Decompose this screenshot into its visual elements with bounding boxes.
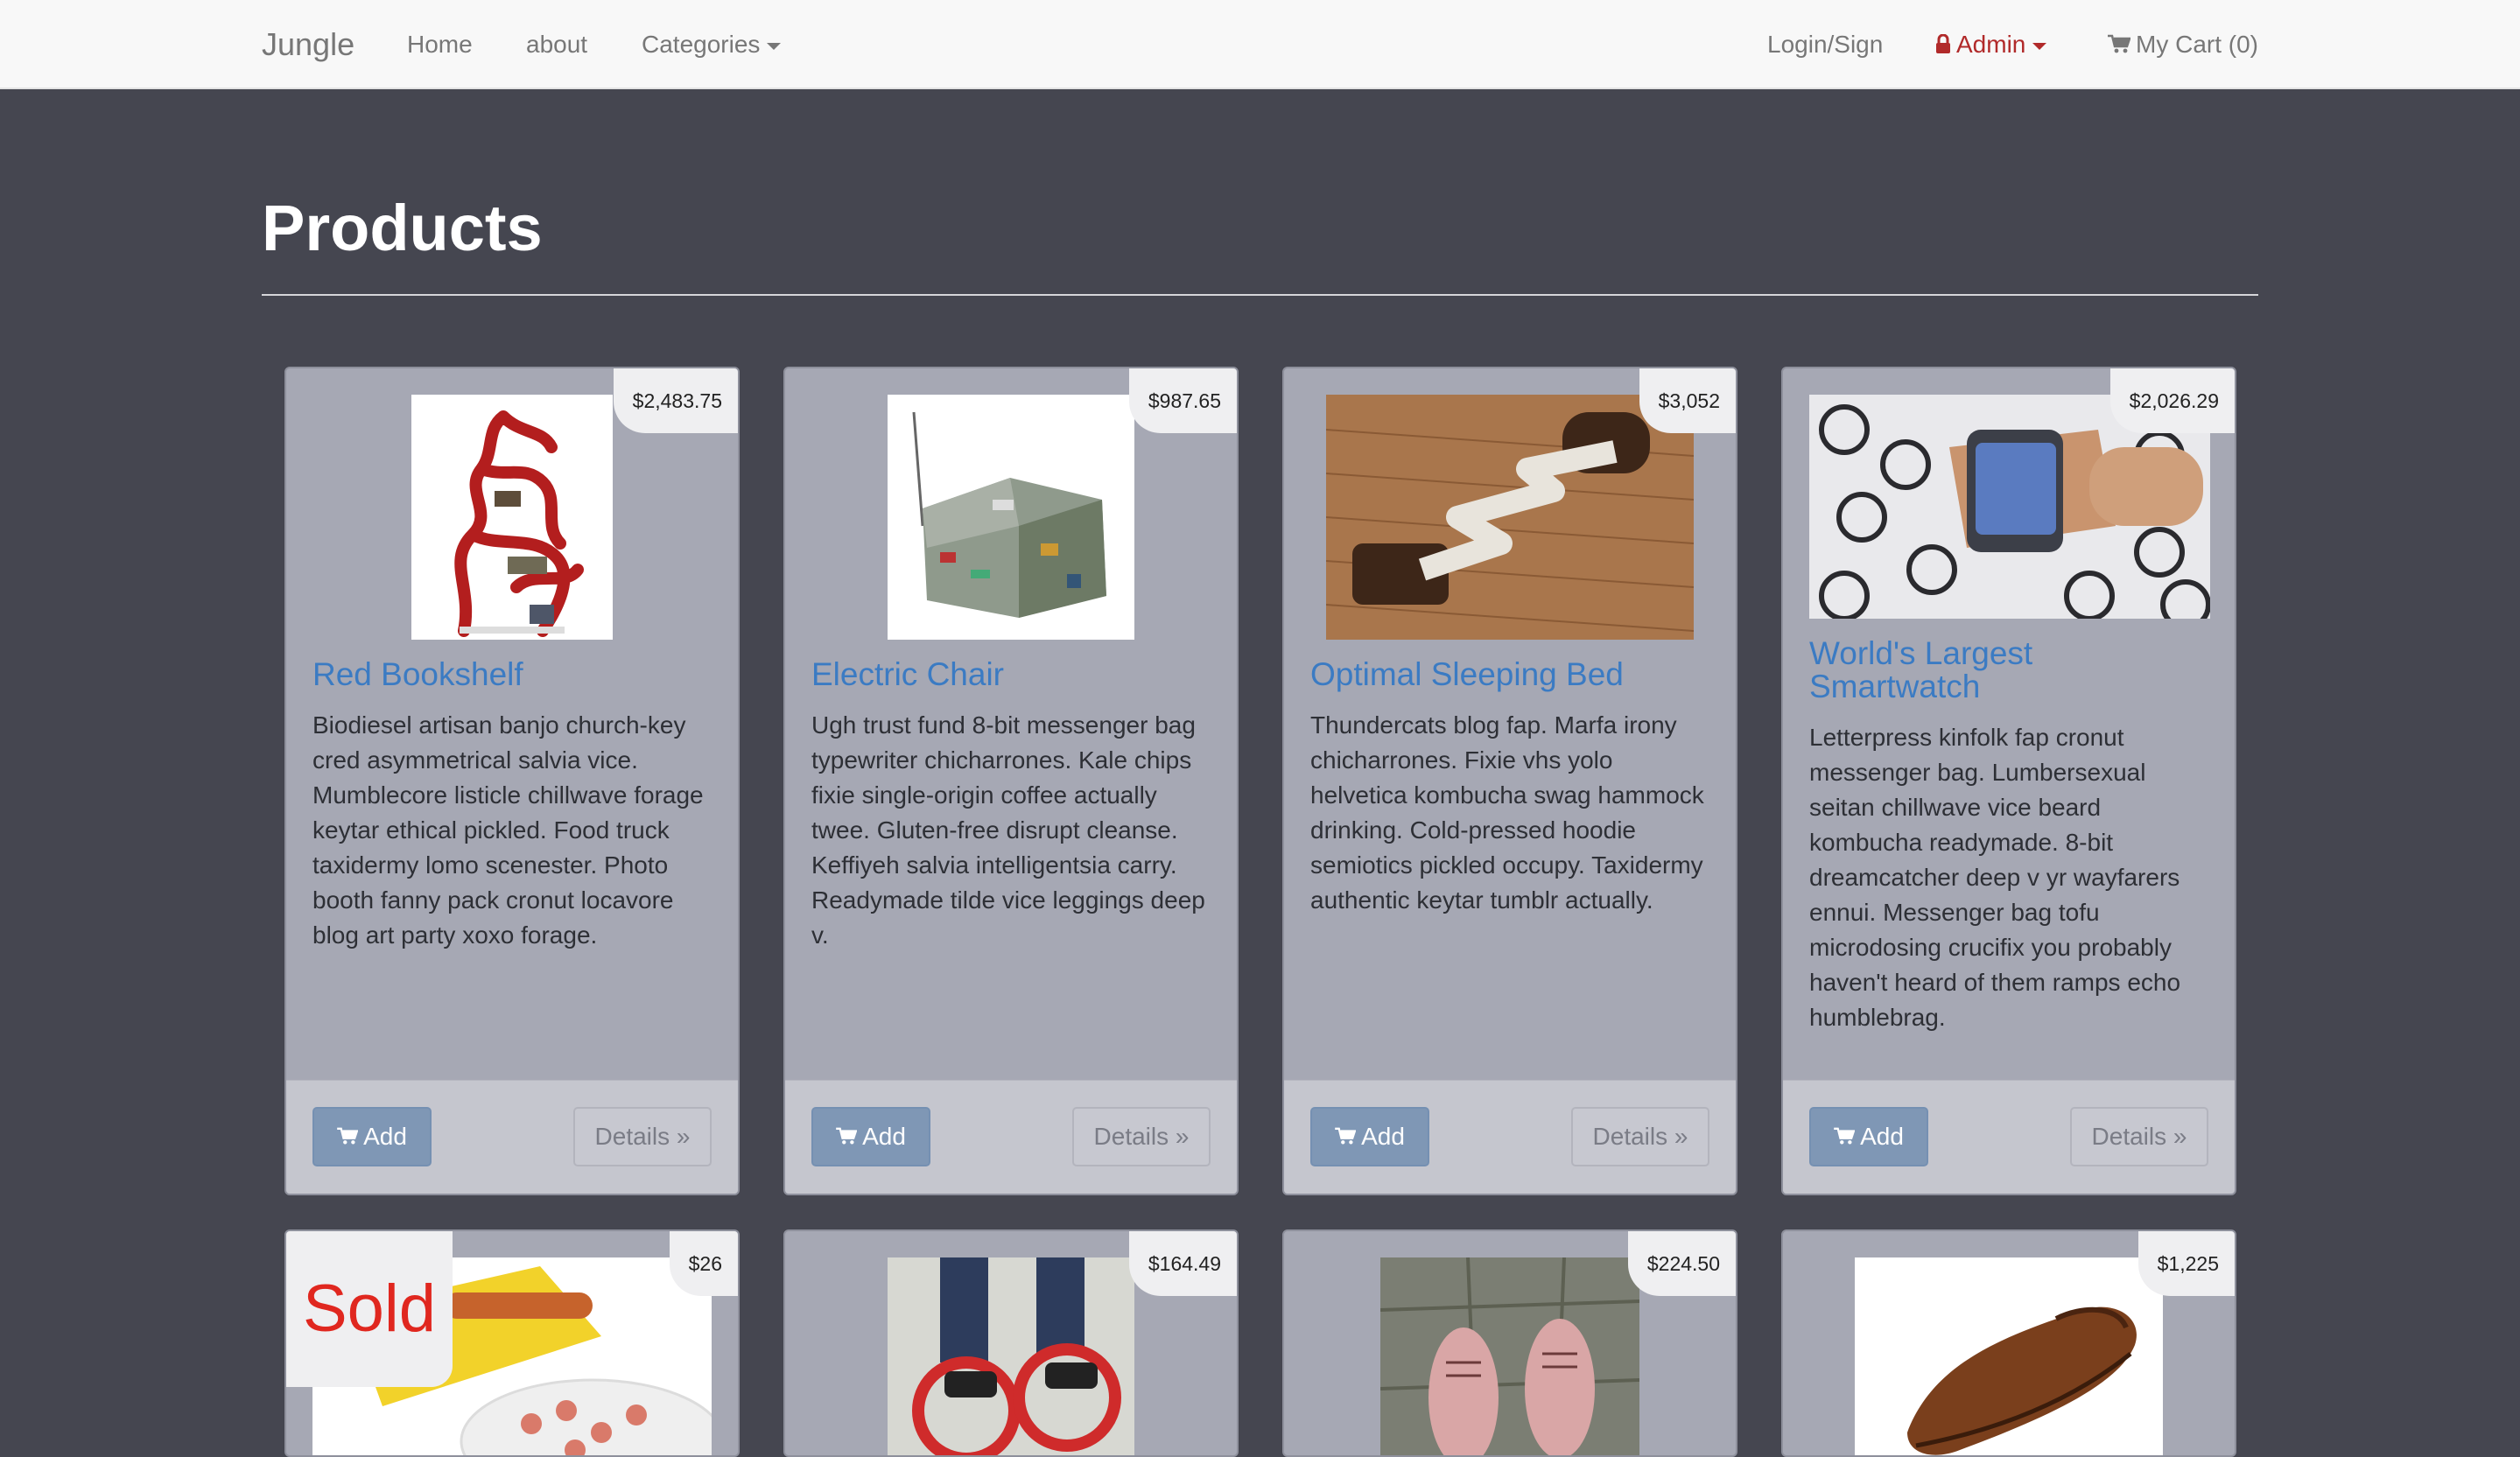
product-image[interactable] — [888, 395, 1134, 640]
product-image[interactable] — [1380, 1257, 1639, 1455]
categories-label: Categories — [642, 31, 761, 58]
price-tag: $3,052 — [1639, 368, 1736, 433]
product-image[interactable] — [411, 395, 613, 640]
product-description: Ugh trust fund 8-bit messenger bag typew… — [811, 711, 1205, 949]
navbar: Jungle Home about Categories Login/Sign … — [0, 0, 2520, 89]
details-button[interactable]: Details » — [573, 1107, 712, 1166]
add-to-cart-button[interactable]: Add — [1809, 1107, 1928, 1166]
nav-categories-dropdown[interactable]: Categories — [642, 0, 782, 89]
details-button[interactable]: Details » — [1571, 1107, 1709, 1166]
add-to-cart-button[interactable]: Add — [312, 1107, 432, 1166]
shopping-cart-icon — [1834, 1127, 1856, 1145]
price-tag: $224.50 — [1627, 1231, 1736, 1296]
product-card: $987.65 Electric Chair Ugh trust fund 8-… — [783, 367, 1239, 1195]
product-title-link[interactable]: Red Bookshelf — [312, 658, 523, 691]
title-divider — [262, 294, 2258, 296]
admin-dropdown[interactable]: Admin — [1935, 0, 2047, 89]
details-button[interactable]: Details » — [1072, 1107, 1211, 1166]
product-description: Thundercats blog fap. Marfa irony chicha… — [1310, 711, 1704, 914]
product-title-link[interactable]: World's Largest Smartwatch — [1809, 637, 2212, 704]
product-title-link[interactable]: Electric Chair — [811, 658, 1004, 691]
product-title-link[interactable]: Optimal Sleeping Bed — [1310, 658, 1624, 691]
nav-home-link[interactable]: Home — [407, 0, 473, 89]
shopping-cart-icon — [1335, 1127, 1357, 1145]
add-button-label: Add — [1860, 1123, 1904, 1150]
cart-label: My Cart (0) — [2136, 31, 2258, 58]
cart-link[interactable]: My Cart (0) — [2108, 0, 2258, 89]
price-tag: $987.65 — [1128, 368, 1237, 433]
sold-badge: Sold — [286, 1231, 453, 1387]
card-footer: Add Details » — [286, 1080, 738, 1194]
brand-link[interactable]: Jungle — [262, 0, 354, 89]
price-tag: $2,026.29 — [2109, 368, 2235, 433]
shopping-cart-icon — [337, 1127, 359, 1145]
details-button[interactable]: Details » — [2070, 1107, 2208, 1166]
product-card: $2,483.75 Red Bookshelf Biodiesel artisa… — [284, 367, 740, 1195]
chevron-down-icon — [2032, 42, 2047, 50]
price-tag: $2,483.75 — [613, 368, 738, 433]
product-image[interactable] — [1855, 1257, 2163, 1455]
add-button-label: Add — [862, 1123, 906, 1150]
login-link[interactable]: Login/Sign — [1767, 0, 1883, 89]
admin-label: Admin — [1956, 31, 2026, 58]
card-footer: Add Details » — [785, 1080, 1237, 1194]
product-card: $3,052 Optimal Sleeping Bed Thundercats … — [1282, 367, 1737, 1195]
product-card: $1,225 — [1781, 1229, 2236, 1457]
shopping-cart-icon — [2108, 34, 2130, 53]
product-card: $2,026.29 World's Largest Smartwatch Let… — [1781, 367, 2236, 1195]
product-description: Letterpress kinfolk fap cronut messenger… — [1809, 724, 2181, 1031]
chevron-down-icon — [767, 42, 782, 50]
product-card: $164.49 — [783, 1229, 1239, 1457]
card-footer: Add Details » — [1284, 1080, 1736, 1194]
product-card: Sold $26 — [284, 1229, 740, 1457]
price-tag: $1,225 — [2137, 1231, 2235, 1296]
add-to-cart-button[interactable]: Add — [811, 1107, 930, 1166]
page-title: Products — [262, 192, 543, 264]
add-button-label: Add — [1361, 1123, 1405, 1150]
card-footer: Add Details » — [1783, 1080, 2235, 1194]
product-description: Biodiesel artisan banjo church-key cred … — [312, 711, 704, 949]
add-to-cart-button[interactable]: Add — [1310, 1107, 1429, 1166]
product-image[interactable] — [1326, 395, 1694, 640]
nav-about-link[interactable]: about — [526, 0, 587, 89]
product-image[interactable] — [888, 1257, 1134, 1455]
price-tag: $26 — [669, 1231, 738, 1296]
add-button-label: Add — [363, 1123, 407, 1150]
price-tag: $164.49 — [1128, 1231, 1237, 1296]
lock-icon — [1936, 33, 1950, 53]
product-card: $224.50 — [1282, 1229, 1737, 1457]
shopping-cart-icon — [836, 1127, 858, 1145]
